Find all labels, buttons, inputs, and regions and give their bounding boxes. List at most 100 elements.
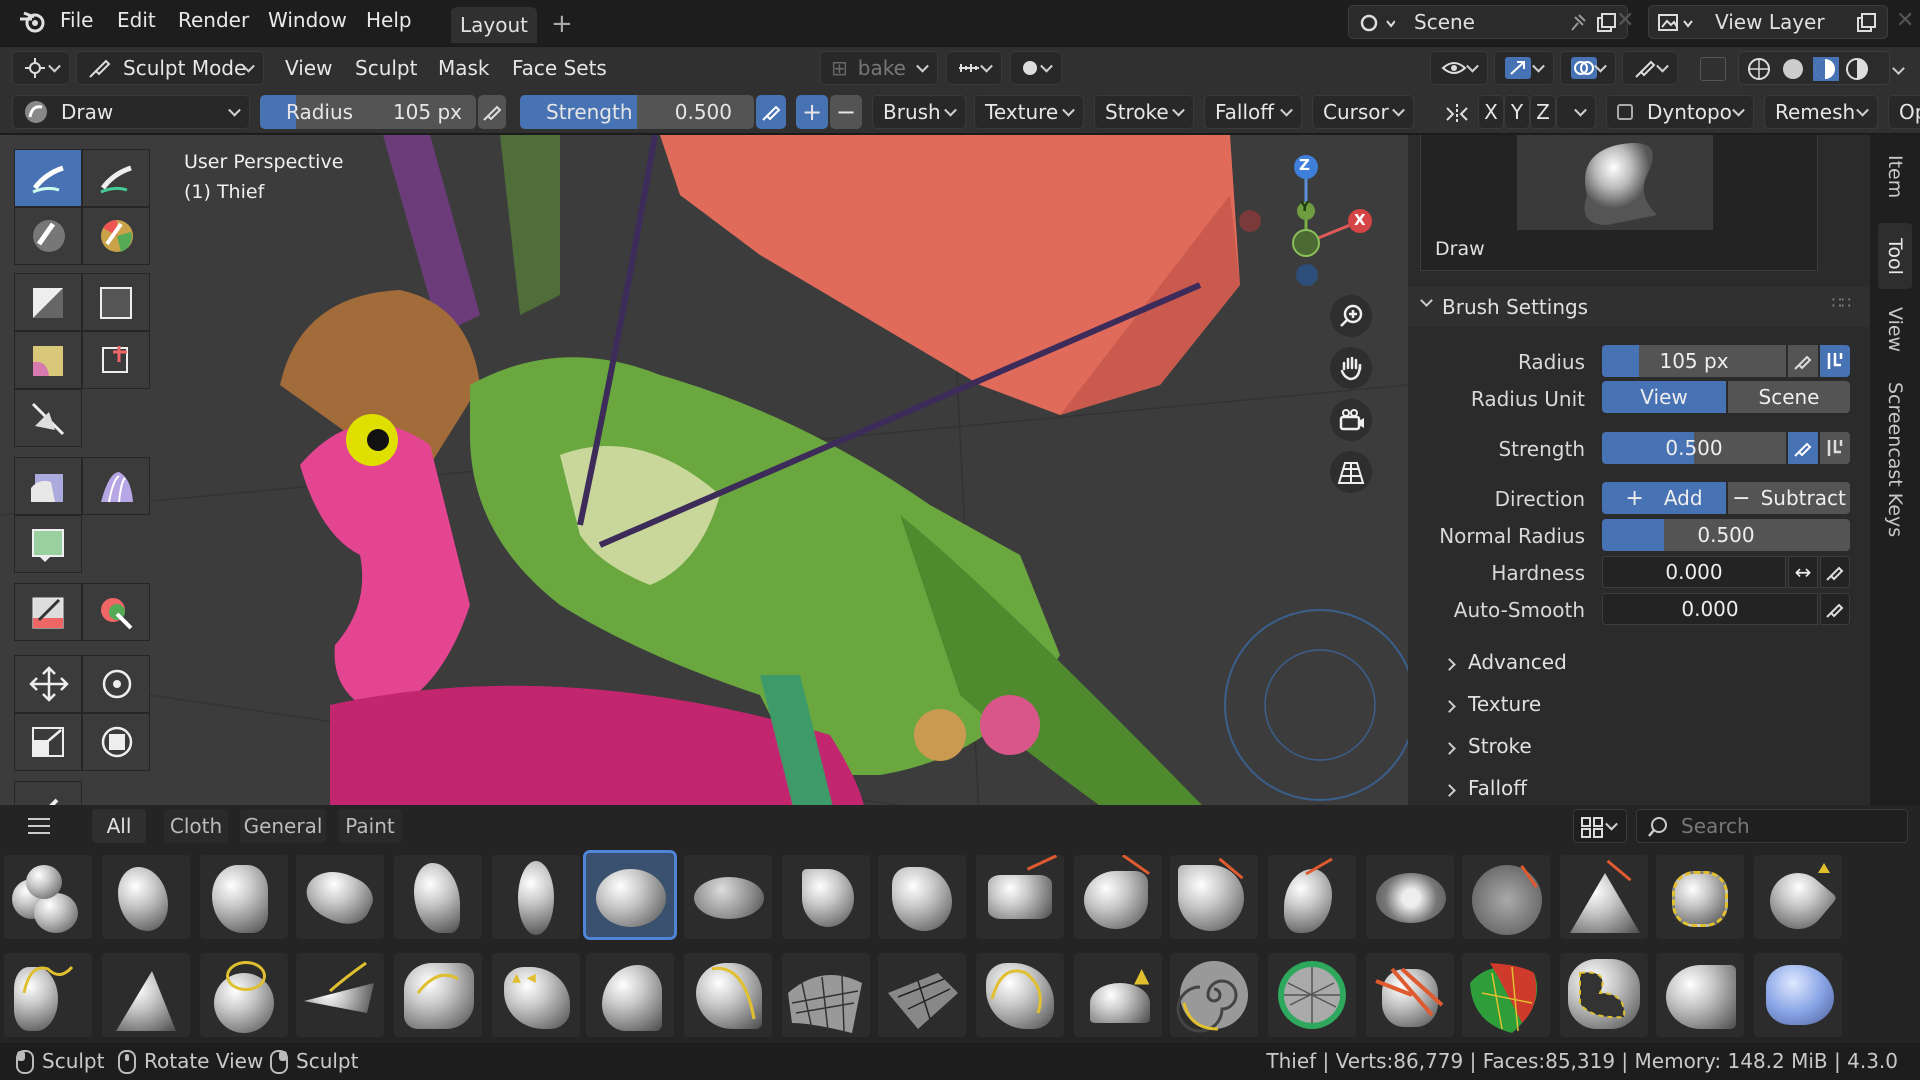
navigation-gizmo[interactable] <box>1230 145 1408 325</box>
radius-pressure-toggle[interactable] <box>1788 345 1818 377</box>
mesh-filter-tool[interactable] <box>14 457 82 515</box>
brush-layer[interactable] <box>1268 855 1356 939</box>
radius-prop-field[interactable]: 105 px <box>1602 345 1786 377</box>
radius-pressure-button[interactable] <box>478 95 506 129</box>
brush-crease-sharp[interactable] <box>492 855 580 939</box>
brush-mask[interactable] <box>1366 855 1454 939</box>
cloth-filter-tool[interactable] <box>82 457 150 515</box>
color-filter-tool[interactable] <box>14 515 82 573</box>
mode-selector[interactable]: Sculpt Mode <box>76 51 264 85</box>
header-menu-view[interactable]: View <box>285 56 332 80</box>
symmetry-y-toggle[interactable]: Y <box>1504 95 1530 129</box>
dyntopo-checkbox[interactable] <box>1617 104 1633 120</box>
shelf-tab-cloth[interactable]: Cloth <box>164 809 228 843</box>
symmetry-x-toggle[interactable]: X <box>1478 95 1504 129</box>
brush-thumb[interactable] <box>296 953 384 1037</box>
mask-tool[interactable] <box>14 273 82 331</box>
brush-snake-hook[interactable] <box>200 953 288 1037</box>
falloff-dropdown[interactable]: Falloff <box>1204 95 1302 129</box>
direction-subtract-option[interactable]: − Subtract <box>1728 482 1850 514</box>
brush-flatten[interactable] <box>976 855 1064 939</box>
paint-tool[interactable] <box>82 207 150 265</box>
cursor-dropdown[interactable]: Cursor <box>1312 95 1414 129</box>
brush-blob[interactable] <box>4 855 92 939</box>
brush-crease[interactable] <box>394 855 482 939</box>
brush-cloth[interactable] <box>684 953 772 1037</box>
brush-clay-strips[interactable] <box>200 855 288 939</box>
symmetry-icon[interactable] <box>1444 102 1470 126</box>
radius-unified-toggle[interactable] <box>1820 345 1850 377</box>
wireframe-shading-icon[interactable] <box>1747 57 1773 81</box>
brush-elastic-grab[interactable] <box>782 855 870 939</box>
brush-grab[interactable] <box>1074 855 1162 939</box>
material-shading-icon[interactable] <box>1813 57 1839 81</box>
brush-selector[interactable]: Draw <box>12 95 250 129</box>
xray-icon[interactable] <box>1700 57 1726 81</box>
brush-draw-sharp[interactable] <box>684 855 772 939</box>
tab-layout[interactable]: Layout <box>451 7 537 43</box>
advanced-subpanel[interactable]: Advanced <box>1443 650 1567 674</box>
strength-unified-toggle[interactable] <box>1820 432 1850 464</box>
tab-item[interactable]: Item <box>1878 147 1912 207</box>
view-layer-selector[interactable]: View Layer <box>1648 5 1888 39</box>
move-tool[interactable] <box>14 655 82 713</box>
header-menu-mask[interactable]: Mask <box>438 56 490 80</box>
tab-view[interactable]: View <box>1878 297 1912 363</box>
autosmooth-field[interactable]: 0.000 <box>1602 593 1818 625</box>
hamburger-menu-icon[interactable] <box>26 815 52 837</box>
stroke-dropdown[interactable]: Stroke <box>1094 95 1194 129</box>
menu-edit[interactable]: Edit <box>117 8 156 32</box>
edit-face-set-tool[interactable] <box>14 583 82 641</box>
drag-handle-icon[interactable]: ∷∷ <box>1832 293 1851 312</box>
brush-draw[interactable] <box>583 850 677 940</box>
shelf-tab-all[interactable]: All <box>92 809 146 843</box>
blender-logo-icon[interactable] <box>18 9 46 35</box>
editor-type-button[interactable] <box>12 51 70 85</box>
brush-clay-thumb[interactable] <box>296 855 384 939</box>
brush-twist-cloth[interactable] <box>1170 953 1258 1037</box>
delete-view-layer-icon[interactable]: ✕ <box>1896 8 1914 33</box>
display-size-button[interactable] <box>1573 809 1627 843</box>
tab-screencast-keys[interactable]: Screencast Keys <box>1878 375 1912 545</box>
zoom-button[interactable] <box>1330 295 1372 337</box>
bake-selector[interactable]: ⊞ bake <box>820 51 938 85</box>
solid-shading-icon[interactable] <box>1781 57 1807 81</box>
snapping-button[interactable] <box>946 51 1002 85</box>
strength-slider[interactable]: Strength 0.500 <box>520 95 754 129</box>
radius-slider[interactable]: Radius 105 px <box>260 95 476 129</box>
direction-subtract-button[interactable]: − <box>830 95 862 129</box>
brush-inflate[interactable] <box>1170 855 1258 939</box>
gizmo-toggle[interactable] <box>1494 51 1554 85</box>
brush-density[interactable] <box>1656 953 1744 1037</box>
brush-boundary[interactable] <box>586 953 674 1037</box>
radius-unit-scene-button[interactable]: Scene <box>1728 381 1850 413</box>
line-project-tool[interactable] <box>14 389 82 447</box>
scale-tool[interactable] <box>14 713 82 771</box>
direction-add-option[interactable]: + Add <box>1602 482 1726 514</box>
autosmooth-pressure-toggle[interactable] <box>1820 593 1850 625</box>
shelf-tab-paint[interactable]: Paint <box>338 809 402 843</box>
draw-tool[interactable] <box>14 149 82 207</box>
shelf-search-input[interactable]: Search <box>1636 809 1908 843</box>
strength-pressure-toggle[interactable] <box>1788 432 1818 464</box>
brush-fill[interactable] <box>878 855 966 939</box>
mask-by-color-tool[interactable] <box>82 583 150 641</box>
strength-prop-field[interactable]: 0.500 <box>1602 432 1786 464</box>
brush-twist[interactable]: ▴ ◂ <box>492 953 580 1037</box>
camera-view-button[interactable] <box>1330 399 1372 441</box>
brush-rotate[interactable] <box>1656 855 1744 939</box>
direction-add-button[interactable]: + <box>796 95 828 129</box>
new-view-layer-icon[interactable] <box>1855 12 1877 34</box>
brush-blur[interactable] <box>1754 953 1842 1037</box>
brush-paint[interactable] <box>1462 953 1550 1037</box>
3d-viewport[interactable]: User Perspective (1) Thief Z Y X <box>0 135 1408 835</box>
face-set-paint-tool[interactable] <box>14 331 82 389</box>
menu-file[interactable]: File <box>60 8 93 32</box>
menu-help[interactable]: Help <box>366 8 412 32</box>
brush-thumbnail[interactable] <box>1517 135 1713 230</box>
texture-dropdown[interactable]: Texture <box>974 95 1084 129</box>
new-scene-icon[interactable] <box>1595 12 1617 34</box>
brush-smooth[interactable] <box>102 953 190 1037</box>
falloff-subpanel[interactable]: Falloff <box>1443 776 1527 800</box>
add-workspace-button[interactable]: + <box>551 9 573 39</box>
